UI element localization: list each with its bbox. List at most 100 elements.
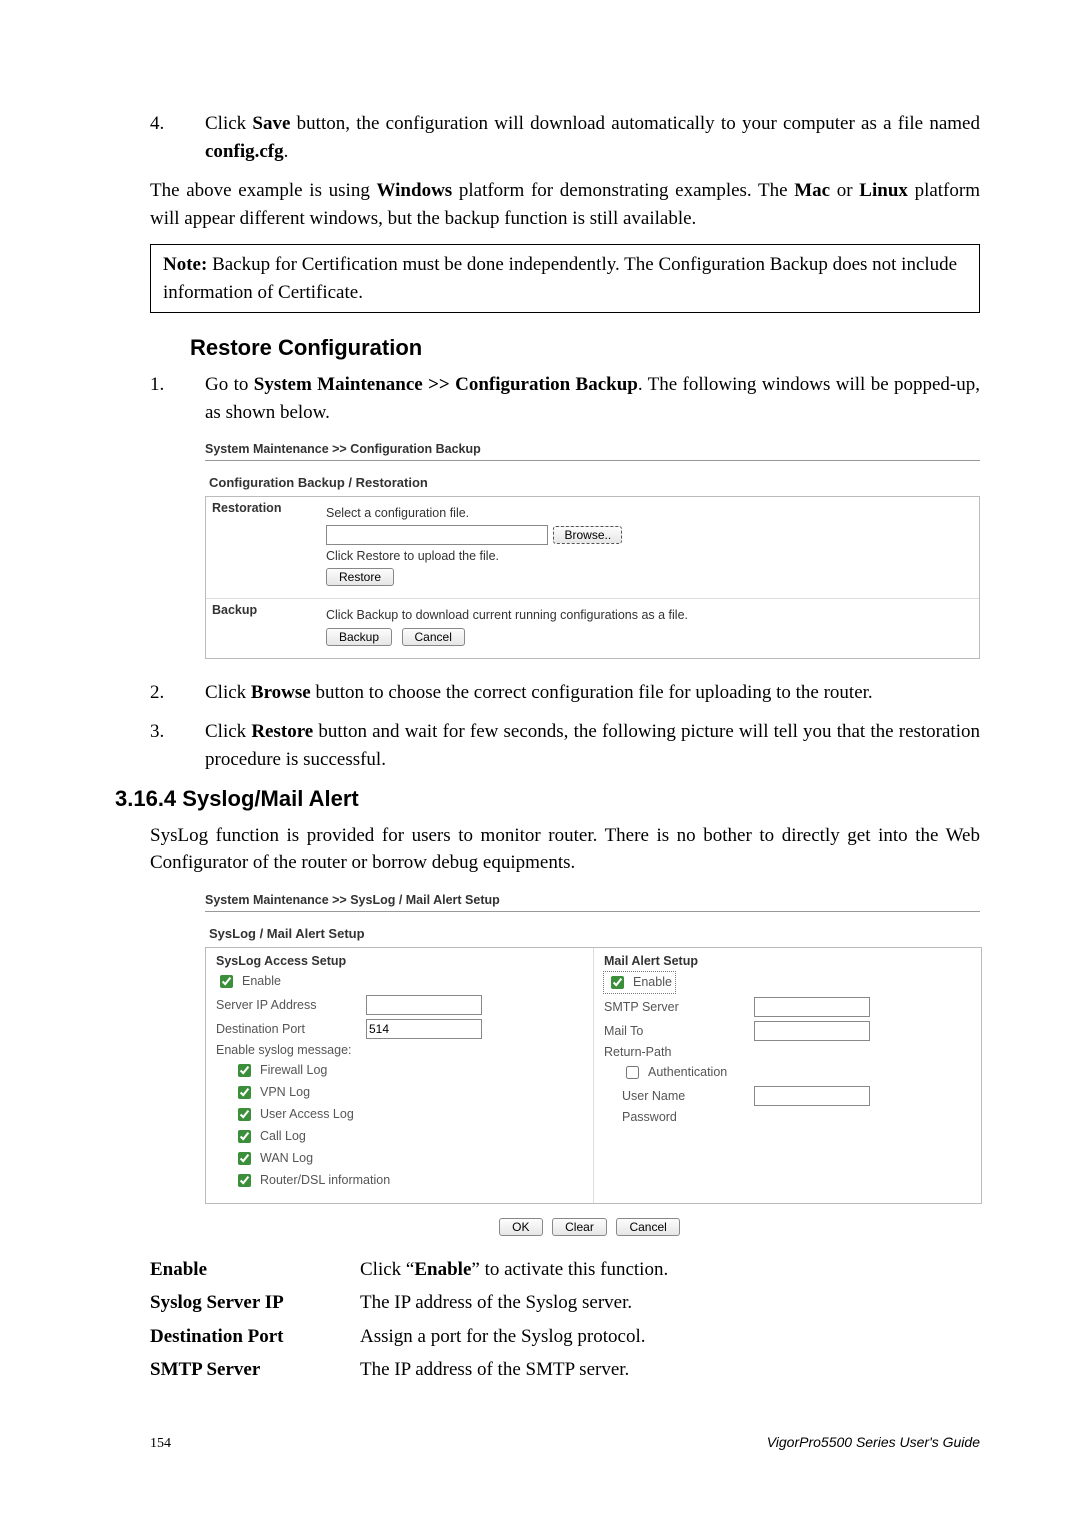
note-label: Note:	[163, 254, 207, 275]
enable-label: Enable	[633, 975, 672, 989]
restore-button[interactable]: Restore	[326, 568, 394, 586]
t: System Maintenance >> Configuration Back…	[254, 374, 638, 395]
paragraph-syslog: SysLog function is provided for users to…	[150, 822, 980, 877]
cancel-button[interactable]: Cancel	[402, 628, 465, 646]
restoration-label: Restoration	[206, 497, 318, 598]
router-dsl-checkbox[interactable]	[238, 1174, 251, 1187]
t: Browse	[251, 682, 311, 703]
def-desc-enable: Click “Enable” to activate this function…	[360, 1256, 980, 1284]
t: Mac	[794, 180, 830, 201]
instruction-text: Click Restore to upload the file.	[326, 546, 971, 567]
clear-button[interactable]: Clear	[552, 1218, 607, 1236]
router-dsl-label: Router/DSL information	[260, 1173, 390, 1187]
t: Click	[205, 113, 252, 134]
breadcrumb: System Maintenance >> SysLog / Mail Aler…	[205, 893, 980, 907]
wan-log-label: WAN Log	[260, 1151, 313, 1165]
call-log-checkbox[interactable]	[238, 1130, 251, 1143]
t: .	[284, 141, 289, 162]
step-number: 3.	[150, 718, 205, 773]
panel-title: Configuration Backup / Restoration	[209, 475, 980, 490]
t: ” to activate this function.	[471, 1259, 668, 1280]
note-text: Backup for Certification must be done in…	[163, 254, 957, 303]
divider	[205, 911, 980, 912]
mail-to-label: Mail To	[604, 1024, 754, 1038]
return-path-label: Return-Path	[604, 1045, 754, 1059]
t: Restore	[251, 721, 313, 742]
screenshot-config-backup: System Maintenance >> Configuration Back…	[205, 442, 980, 659]
call-log-label: Call Log	[260, 1129, 306, 1143]
group-title-syslog: SysLog Access Setup	[216, 954, 583, 968]
footer-guide-title: VigorPro5500 Series User's Guide	[767, 1434, 980, 1450]
ok-button[interactable]: OK	[499, 1218, 542, 1236]
t: Linux	[859, 180, 908, 201]
t: platform for demonstrating examples. The	[452, 180, 794, 201]
t: Click	[205, 682, 251, 703]
t: button to choose the correct configurati…	[311, 682, 873, 703]
enable-label: Enable	[242, 974, 281, 988]
breadcrumb: System Maintenance >> Configuration Back…	[205, 442, 980, 456]
t: Save	[252, 113, 290, 134]
t: button and wait for few seconds, the fol…	[205, 721, 980, 770]
smtp-server-label: SMTP Server	[604, 1000, 754, 1014]
step-text: Click Browse button to choose the correc…	[205, 679, 980, 707]
def-term-enable: Enable	[150, 1256, 360, 1284]
page-number: 154	[150, 1436, 171, 1452]
user-name-input[interactable]	[754, 1086, 870, 1106]
def-desc-smtp: The IP address of the SMTP server.	[360, 1356, 980, 1384]
user-name-label: User Name	[622, 1089, 754, 1103]
panel-title: SysLog / Mail Alert Setup	[209, 926, 980, 941]
backup-button[interactable]: Backup	[326, 628, 392, 646]
cancel-button[interactable]: Cancel	[616, 1218, 679, 1236]
vpn-log-checkbox[interactable]	[238, 1086, 251, 1099]
user-access-log-checkbox[interactable]	[238, 1108, 251, 1121]
step-number: 4.	[150, 110, 205, 165]
instruction-text: Select a configuration file.	[326, 503, 971, 524]
def-term-dest-port: Destination Port	[150, 1323, 360, 1351]
password-label: Password	[622, 1110, 754, 1124]
t: Enable	[414, 1259, 471, 1280]
enable-syslog-checkbox[interactable]	[220, 975, 233, 988]
def-desc-dest-port: Assign a port for the Syslog protocol.	[360, 1323, 980, 1351]
smtp-server-input[interactable]	[754, 997, 870, 1017]
screenshot-syslog-mail: System Maintenance >> SysLog / Mail Aler…	[205, 893, 980, 1236]
file-path-input[interactable]	[326, 525, 548, 545]
def-desc-syslog-ip: The IP address of the Syslog server.	[360, 1289, 980, 1317]
browse-button[interactable]: Browse..	[553, 526, 622, 544]
user-access-log-label: User Access Log	[260, 1107, 354, 1121]
vpn-log-label: VPN Log	[260, 1085, 310, 1099]
firewall-log-label: Firewall Log	[260, 1063, 327, 1077]
server-ip-label: Server IP Address	[216, 998, 366, 1012]
t: Click	[205, 721, 251, 742]
heading-syslog-mail-alert: 3.16.4 Syslog/Mail Alert	[115, 786, 980, 812]
heading-restore-configuration: Restore Configuration	[190, 335, 980, 361]
server-ip-input[interactable]	[366, 995, 482, 1015]
step-text: Click Save button, the configuration wil…	[205, 110, 980, 165]
step-number: 1.	[150, 371, 205, 426]
authentication-checkbox[interactable]	[626, 1066, 639, 1079]
t: config.cfg	[205, 141, 284, 162]
step-number: 2.	[150, 679, 205, 707]
t: button, the configuration will download …	[290, 113, 980, 134]
step-text: Go to System Maintenance >> Configuratio…	[205, 371, 980, 426]
def-term-syslog-ip: Syslog Server IP	[150, 1289, 360, 1317]
firewall-log-checkbox[interactable]	[238, 1064, 251, 1077]
destination-port-label: Destination Port	[216, 1022, 366, 1036]
instruction-text: Click Backup to download current running…	[326, 605, 971, 626]
backup-label: Backup	[206, 598, 318, 658]
t: or	[830, 180, 859, 201]
authentication-label: Authentication	[648, 1065, 727, 1079]
mail-to-input[interactable]	[754, 1021, 870, 1041]
group-title-mail: Mail Alert Setup	[604, 954, 971, 968]
t: Go to	[205, 374, 254, 395]
def-term-smtp: SMTP Server	[150, 1356, 360, 1384]
t: Windows	[377, 180, 453, 201]
step-text: Click Restore button and wait for few se…	[205, 718, 980, 773]
note-box: Note: Backup for Certification must be d…	[150, 244, 980, 313]
t: Click “	[360, 1259, 414, 1280]
enable-mail-checkbox[interactable]	[611, 976, 624, 989]
t: The above example is using	[150, 180, 377, 201]
wan-log-checkbox[interactable]	[238, 1152, 251, 1165]
enable-syslog-msg-label: Enable syslog message:	[216, 1043, 352, 1057]
destination-port-input[interactable]	[366, 1019, 482, 1039]
paragraph-example: The above example is using Windows platf…	[150, 177, 980, 232]
